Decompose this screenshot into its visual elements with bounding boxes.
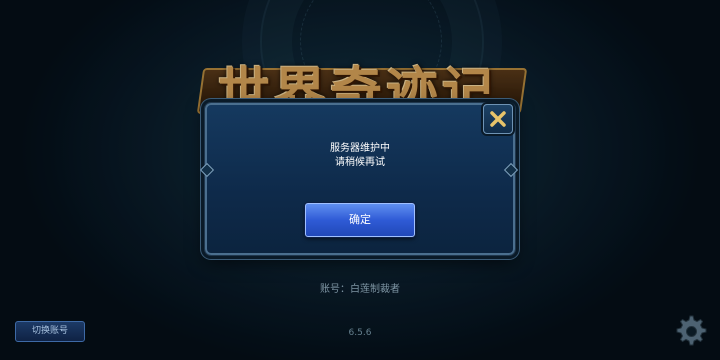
maintenance-dialog: 服务器维护中 请稍候再试 确定 [199,102,519,256]
confirm-button[interactable]: 确定 [305,203,415,237]
close-icon [490,111,506,127]
version-label: 6.5.6 [348,328,372,338]
account-label: 账号：白莲制裁者 [320,284,400,295]
dialog-message-line2: 请稍候再试 [335,157,385,168]
game-screen: 世界奇迹记 账号：白莲制裁者 6.5.6 切换账号 服务器维护中 请稍候再试 确… [0,0,720,360]
dialog-message-line1: 服务器维护中 [330,143,390,154]
gear-icon[interactable] [672,312,708,348]
switch-account-button[interactable]: 切换账号 [15,321,85,342]
close-button[interactable] [483,104,513,134]
